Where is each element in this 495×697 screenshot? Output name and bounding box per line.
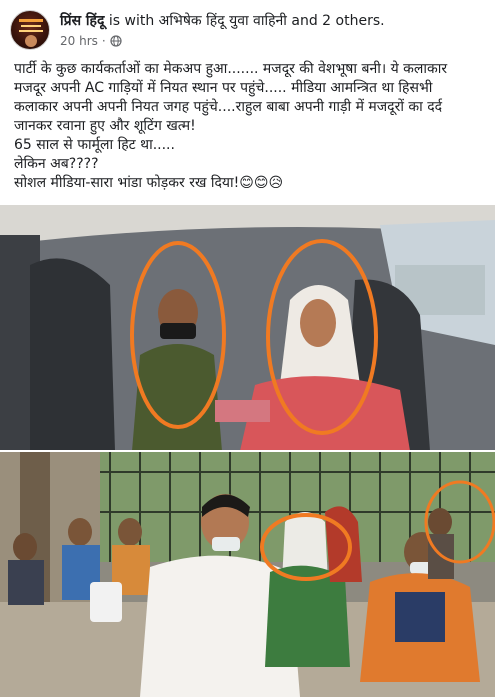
post-line: कलाकार अपनी अपनी नियत जगह पहुंचे....राहु… [14,99,443,115]
post-line: लेकिन अब???? [14,156,99,172]
post-line: पार्टी के कुछ कार्यकर्ताओं का मेकअप हुआ.… [14,61,448,77]
tagged-with-text[interactable]: is with अभिषेक हिंदू युवा वाहिनी and 2 o… [109,13,385,29]
post-photo-car-interior[interactable] [0,205,495,451]
post-line: 65 साल से फार्मूला हिट था..... [14,137,175,153]
post-line: जानकर रवाना हुए और शूटिंग खत्म! [14,118,196,134]
post-meta: 20 hrs · [60,34,122,48]
post-body-text: पार्टी के कुछ कार्यकर्ताओं का मेकअप हुआ.… [14,60,486,193]
post-photo-outdoor-gathering[interactable] [0,452,495,697]
author-avatar[interactable] [10,10,50,50]
post-time[interactable]: 20 hrs [60,34,98,48]
author-name[interactable]: प्रिंस हिंदू [60,13,104,29]
post-line: सोशल मीडिया-सारा भांडा फोड़कर रख दिया!😊😊… [14,175,284,191]
globe-icon[interactable] [110,35,122,47]
post-line: मजदूर अपनी AC गाड़ियों में नियत स्थान पर… [14,80,433,96]
post-header: प्रिंस हिंदू is with अभिषेक हिंदू युवा व… [0,0,495,50]
author-line: प्रिंस हिंदू is with अभिषेक हिंदू युवा व… [60,12,385,30]
meta-separator: · [101,34,106,48]
